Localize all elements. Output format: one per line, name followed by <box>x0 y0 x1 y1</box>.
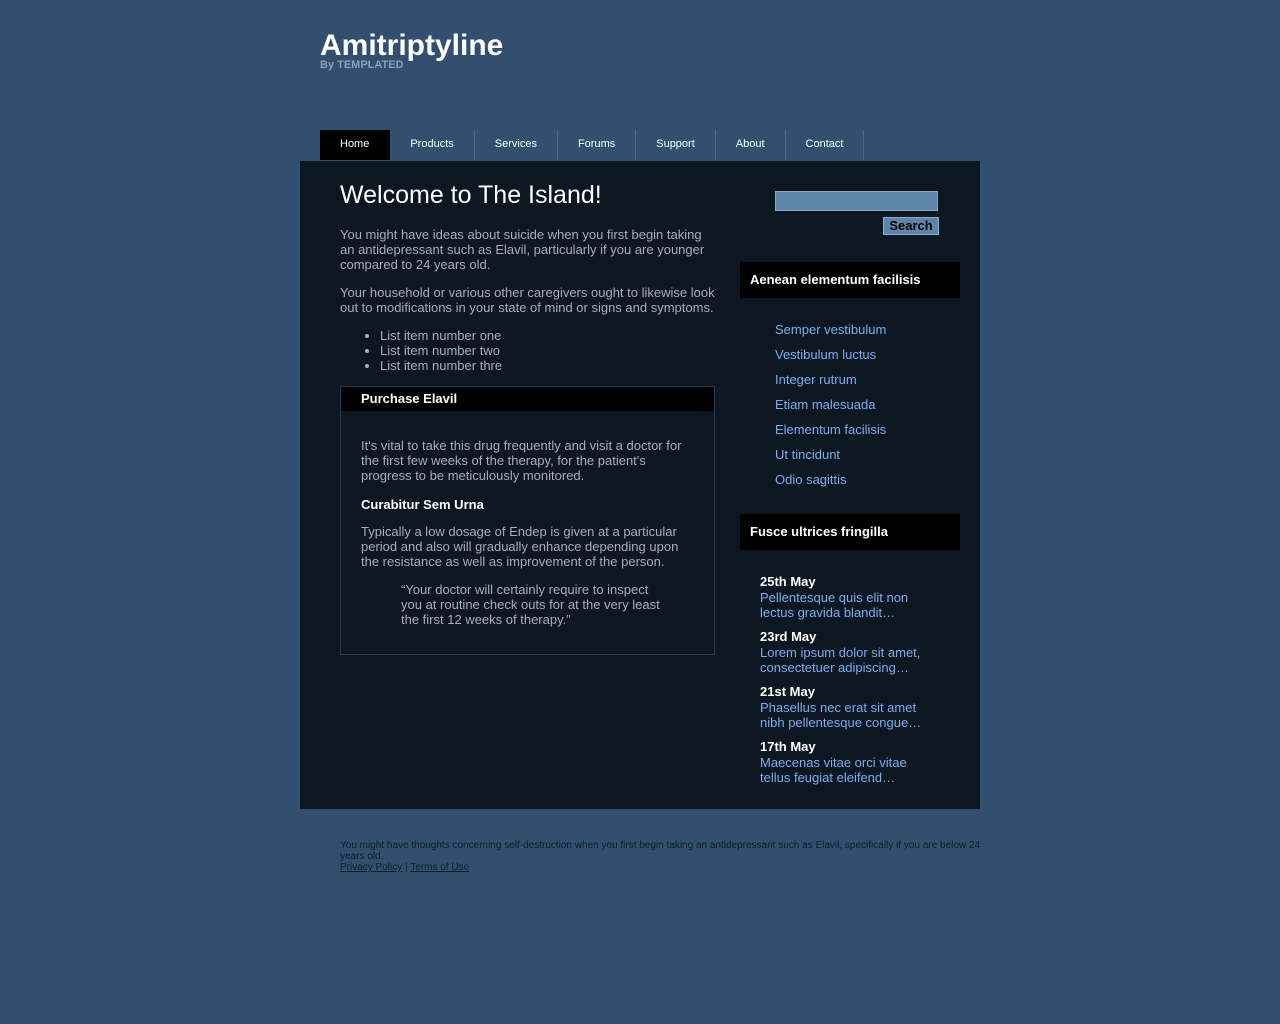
sidebar-link[interactable]: Semper vestibulum <box>775 322 886 337</box>
sidebar-link[interactable]: Ut tincidunt <box>775 447 840 462</box>
footer-separator: | <box>405 862 408 873</box>
search-button[interactable]: Search <box>883 217 939 235</box>
news-heading: Fusce ultrices fringilla <box>740 514 960 550</box>
menu-link-services[interactable]: Services <box>475 130 557 160</box>
box-quote: “Your doctor will certainly require to i… <box>401 582 660 627</box>
menu-item-forums[interactable]: Forums <box>558 130 637 160</box>
news-item: 23rd May Lorem ipsum dolor sit amet, con… <box>760 629 935 684</box>
search-input[interactable] <box>775 191 938 211</box>
sidebar-link[interactable]: Etiam malesuada <box>775 397 875 412</box>
purchase-box-title: Purchase Elavil <box>341 387 714 411</box>
list-item: Vestibulum luctus <box>775 347 886 372</box>
page: Amitriptyline By TEMPLATED Home Products… <box>0 0 1280 1024</box>
news-list: 25th May Pellentesque quis elit non lect… <box>760 574 935 794</box>
links-heading: Aenean elementum facilisis <box>740 262 960 298</box>
news-date: 21st May <box>760 684 815 699</box>
sidebar-link[interactable]: Elementum facilisis <box>775 422 886 437</box>
privacy-policy-link[interactable]: Privacy Policy <box>340 862 402 873</box>
list-item: Elementum facilisis <box>775 422 886 447</box>
site-subtitle: By TEMPLATED <box>320 59 404 71</box>
list-item: Odio sagittis <box>775 472 886 497</box>
news-item: 25th May Pellentesque quis elit non lect… <box>760 574 935 629</box>
box-subheading: Curabitur Sem Urna <box>361 497 484 512</box>
terms-of-use-link[interactable]: Terms of Use <box>410 862 469 873</box>
box-paragraph-2: Typically a low dosage of Endep is given… <box>361 524 679 569</box>
news-link[interactable]: Maecenas vitae orci vitae tellus feugiat… <box>760 755 935 785</box>
menu-link-about[interactable]: About <box>716 130 785 160</box>
menu-item-home[interactable]: Home <box>320 130 391 160</box>
menu-link-support[interactable]: Support <box>636 130 715 160</box>
news-date: 25th May <box>760 574 816 589</box>
menu-item-services[interactable]: Services <box>475 130 558 160</box>
menu-item-contact[interactable]: Contact <box>786 130 865 160</box>
news-item: 17th May Maecenas vitae orci vitae tellu… <box>760 739 935 794</box>
list-item: List item number one <box>380 328 502 343</box>
bullet-list: List item number one List item number tw… <box>340 328 502 373</box>
news-link[interactable]: Lorem ipsum dolor sit amet, consectetuer… <box>760 645 935 675</box>
news-date: 23rd May <box>760 629 817 644</box>
menu-item-support[interactable]: Support <box>636 130 716 160</box>
menu-item-about[interactable]: About <box>716 130 786 160</box>
footer: You might have thoughts concerning self-… <box>340 840 985 873</box>
content-column: Welcome to The Island! You might have id… <box>340 181 715 655</box>
sidebar-link[interactable]: Odio sagittis <box>775 472 847 487</box>
intro-paragraph: You might have ideas about suicide when … <box>340 227 705 272</box>
footer-links: Privacy Policy | Terms of Use <box>340 862 985 873</box>
menu-link-forums[interactable]: Forums <box>558 130 635 160</box>
news-date: 17th May <box>760 739 816 754</box>
sidebar-links: Semper vestibulum Vestibulum luctus Inte… <box>775 322 886 497</box>
list-item: Integer rutrum <box>775 372 886 397</box>
page-title: Welcome to The Island! <box>340 181 602 209</box>
list-item: List item number two <box>380 343 502 358</box>
main-wrapper: Welcome to The Island! You might have id… <box>300 161 980 809</box>
sidebar-link[interactable]: Integer rutrum <box>775 372 857 387</box>
site-title[interactable]: Amitriptyline <box>320 29 503 63</box>
menu-link-home[interactable]: Home <box>320 130 389 160</box>
news-link[interactable]: Pellentesque quis elit non lectus gravid… <box>760 590 935 620</box>
purchase-box: Purchase Elavil It's vital to take this … <box>340 386 715 655</box>
sidebar-link[interactable]: Vestibulum luctus <box>775 347 876 362</box>
news-link[interactable]: Phasellus nec erat sit amet nibh pellent… <box>760 700 935 730</box>
menu-link-contact[interactable]: Contact <box>786 130 864 160</box>
menu-item-products[interactable]: Products <box>390 130 475 160</box>
list-item: Ut tincidunt <box>775 447 886 472</box>
menu-link-products[interactable]: Products <box>390 130 473 160</box>
main-menu: Home Products Services Forums Support Ab… <box>320 130 865 160</box>
news-item: 21st May Phasellus nec erat sit amet nib… <box>760 684 935 739</box>
footer-text: You might have thoughts concerning self-… <box>340 840 980 862</box>
list-item: Etiam malesuada <box>775 397 886 422</box>
box-paragraph-1: It's vital to take this drug frequently … <box>361 438 682 483</box>
list-item: List item number thre <box>380 358 502 373</box>
second-paragraph: Your household or various other caregive… <box>340 285 715 315</box>
list-item: Semper vestibulum <box>775 322 886 347</box>
